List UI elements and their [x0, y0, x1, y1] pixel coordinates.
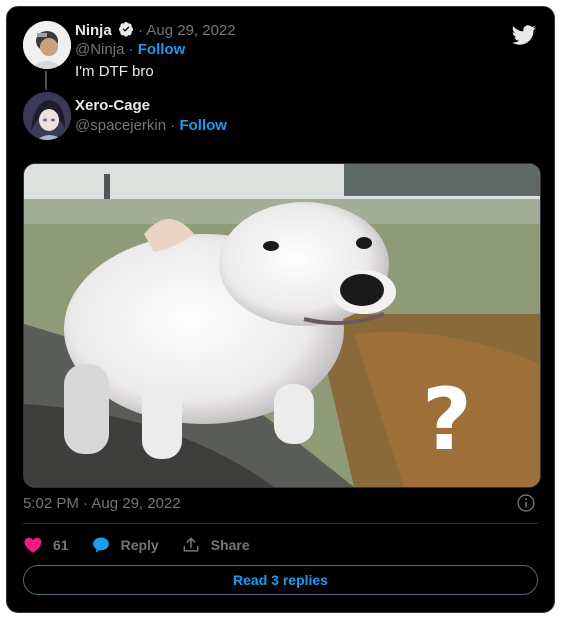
ninja-avatar[interactable] [23, 21, 71, 69]
thread-connector-line [45, 71, 47, 90]
tweet-text: I'm DTF bro [75, 63, 154, 80]
reply-label: Reply [120, 537, 159, 553]
tweet-date[interactable]: Aug 29, 2022 [146, 22, 235, 39]
handle-separator: · [128, 41, 134, 58]
share-label: Share [210, 537, 250, 553]
like-button[interactable]: 61 [23, 535, 69, 555]
date-separator: · [138, 22, 144, 39]
like-count: 61 [53, 537, 69, 553]
read-replies-button[interactable]: Read 3 replies [23, 565, 538, 595]
verified-badge-icon [118, 22, 133, 37]
ninja-display-name[interactable]: Ninja [75, 22, 112, 39]
reply-timestamp[interactable]: 5:02 PM · Aug 29, 2022 [23, 495, 181, 512]
ninja-name-row: Ninja · Aug 29, 2022 [75, 21, 236, 39]
divider [23, 523, 538, 524]
xero-cage-handle[interactable]: @spacejerkin [75, 117, 166, 134]
follow-xero-cage-button[interactable]: Follow [179, 117, 227, 134]
reply-button[interactable]: Reply [91, 535, 159, 555]
reply-bubble-icon [92, 537, 109, 553]
info-icon[interactable] [516, 493, 536, 513]
xero-cage-name-row: Xero-Cage [75, 97, 150, 114]
twitter-bird-icon[interactable] [512, 23, 536, 47]
ninja-handle-row: @Ninja · Follow [75, 41, 185, 58]
question-mark-overlay: ? [422, 370, 472, 470]
xero-cage-handle-row: @spacejerkin · Follow [75, 117, 227, 134]
tweet-media-image[interactable]: ? [23, 163, 541, 488]
ninja-handle[interactable]: @Ninja [75, 41, 124, 58]
xero-cage-avatar[interactable] [23, 92, 71, 140]
action-bar: 61 Reply Share [23, 535, 272, 555]
handle-separator: · [170, 117, 176, 134]
follow-ninja-button[interactable]: Follow [138, 41, 186, 58]
tweet-embed-card: Ninja · Aug 29, 2022 @Ninja · Follow I'm… [6, 6, 555, 613]
dog-photo: ? [24, 164, 540, 487]
xero-cage-display-name[interactable]: Xero-Cage [75, 97, 150, 114]
share-button[interactable]: Share [181, 535, 250, 555]
share-icon [183, 537, 199, 552]
heart-icon [24, 537, 42, 553]
